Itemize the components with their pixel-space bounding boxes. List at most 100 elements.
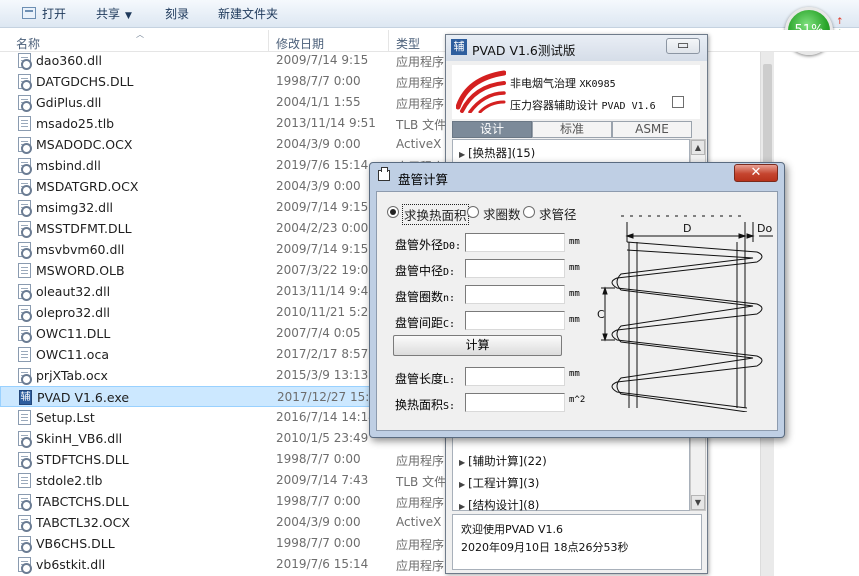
coil-spacing-input[interactable]: [465, 311, 565, 330]
heat-area-output[interactable]: [465, 393, 565, 412]
share-button[interactable]: 共享 ▼: [96, 5, 132, 23]
file-name: dao360.dll: [36, 53, 102, 68]
dll-file-icon: [18, 74, 32, 91]
burn-label: 刻录: [165, 7, 190, 21]
file-name: msbind.dll: [36, 158, 101, 173]
file-date: 2019/7/6 15:14: [276, 557, 369, 571]
file-type: 应用程序: [396, 559, 445, 573]
coil-turns-input[interactable]: [465, 285, 565, 304]
chevron-down-icon: ▼: [125, 11, 132, 21]
pvad-titlebar[interactable]: 辅 PVAD V1.6测试版 ▭: [446, 35, 707, 61]
diagram-label-c: C: [597, 308, 605, 321]
open-label: 打开: [42, 7, 67, 21]
dll-file-icon: [18, 305, 32, 322]
dialog-title: 盘管计算: [398, 172, 449, 187]
column-divider[interactable]: [268, 30, 269, 52]
tree-item-label: [工程计算](3): [468, 476, 540, 490]
dialog-body: 求换热面积 求圈数 求管径 盘管外径D0: mm 盘管中径D: mm 盘管圈数n…: [376, 191, 778, 431]
document-file-icon: [18, 263, 31, 278]
file-name: DATGDCHS.DLL: [36, 74, 134, 89]
tree-item-label: [辅助计算](22): [468, 454, 547, 468]
column-headers: 名称 ︿ 修改日期 类型: [0, 30, 859, 52]
column-name-header[interactable]: 名称: [16, 35, 40, 52]
dll-file-icon: [18, 284, 32, 301]
dialog-window-icon: [378, 167, 390, 181]
document-file-icon: [18, 347, 31, 362]
file-date: 2017/2/17 8:57: [276, 347, 369, 361]
document-file-icon: [18, 410, 31, 425]
file-type: TLB 文件: [396, 118, 447, 132]
field-label-cn: 盘管长度: [395, 372, 444, 386]
tab-design[interactable]: 设计: [452, 121, 532, 138]
file-date: 2017/12/27 15:2: [277, 390, 377, 404]
tree-item-auxiliary-calc[interactable]: ▶ [辅助计算](22): [459, 453, 547, 469]
tree-item-heat-exchanger[interactable]: ▶ [换热器](15): [459, 145, 535, 161]
file-date: 2004/1/1 1:55: [276, 95, 361, 109]
file-name: TABCTL32.OCX: [36, 515, 130, 530]
new-folder-button[interactable]: 新建文件夹: [218, 5, 278, 23]
file-name: SkinH_VB6.dll: [36, 431, 123, 446]
company-logo-icon: [456, 70, 506, 113]
field-label-cn: 盘管间距: [395, 316, 444, 330]
open-button[interactable]: 打开: [22, 5, 66, 23]
field-label-en: C:: [443, 319, 456, 330]
column-modified-header[interactable]: 修改日期: [276, 35, 324, 52]
brand-line-1-en: XK0985: [579, 79, 616, 90]
radio-button[interactable]: [387, 206, 399, 218]
sort-ascending-icon: ︿: [136, 30, 144, 39]
pin-checkbox[interactable]: [672, 96, 684, 108]
file-date: 2009/7/14 9:15: [276, 200, 369, 214]
dll-file-icon: [18, 242, 32, 259]
coil-length-output[interactable]: [465, 367, 565, 386]
tree-item-label: [结构设计](8): [468, 498, 540, 512]
field-label-cn: 盘管外径: [395, 238, 444, 252]
file-date: 2004/3/9 0:00: [276, 515, 361, 529]
diagram-label-d: D: [683, 222, 691, 235]
file-date: 1998/7/7 0:00: [276, 494, 361, 508]
tree-item-engineering-calc[interactable]: ▶ [工程计算](3): [459, 475, 539, 491]
radio-button[interactable]: [467, 206, 479, 218]
minimize-button[interactable]: ▭: [666, 38, 700, 54]
file-name: TABCTCHS.DLL: [36, 494, 129, 509]
scroll-up-arrow-icon[interactable]: ▲: [691, 140, 705, 155]
dll-file-icon: [18, 536, 32, 553]
outer-diameter-input[interactable]: [465, 233, 565, 252]
scroll-down-arrow-icon[interactable]: ▼: [691, 495, 705, 510]
file-name: stdole2.tlb: [36, 473, 103, 488]
field-label-en: n:: [443, 293, 456, 304]
new-folder-label: 新建文件夹: [218, 7, 279, 21]
tab-standard[interactable]: 标准: [532, 121, 612, 138]
coil-turns-label: 盘管圈数n:: [395, 288, 455, 305]
radio-button[interactable]: [523, 206, 535, 218]
dll-file-icon: [18, 452, 32, 469]
field-label-en: S:: [443, 401, 456, 412]
file-date: 2004/2/23 0:00: [276, 221, 369, 235]
dialog-titlebar[interactable]: 盘管计算 ✕: [370, 163, 784, 189]
heat-area-label: 换热面积S:: [395, 396, 455, 413]
coil-calc-dialog: 盘管计算 ✕ 求换热面积 求圈数 求管径 盘管外径D0: mm 盘管中径D: m…: [369, 162, 785, 438]
tree-item-structure-design[interactable]: ▶ [结构设计](8): [459, 497, 539, 513]
file-type: ActiveX: [396, 137, 442, 151]
tree-item-label: [换热器](15): [468, 146, 536, 160]
file-name: olepro32.dll: [36, 305, 111, 320]
file-date: 1998/7/7 0:00: [276, 74, 361, 88]
mid-diameter-input[interactable]: [465, 259, 565, 278]
dialog-close-button[interactable]: ✕: [734, 164, 778, 182]
calculate-button[interactable]: 计算: [393, 335, 562, 356]
dll-file-icon: [18, 95, 32, 112]
file-type: ActiveX: [396, 515, 442, 529]
burn-button[interactable]: 刻录: [165, 5, 189, 23]
dll-file-icon: [18, 557, 32, 574]
file-date: 2007/3/22 19:05: [276, 263, 376, 277]
unit-label: mm: [569, 237, 580, 247]
dll-file-icon: [18, 179, 32, 196]
column-type-header[interactable]: 类型: [396, 35, 420, 52]
column-divider[interactable]: [388, 30, 389, 52]
file-name: oleaut32.dll: [36, 284, 111, 299]
radio-label: 求圈数: [483, 207, 521, 222]
dll-file-icon: [18, 200, 32, 217]
radio-label: 求换热面积: [402, 204, 469, 225]
application-icon: [19, 390, 32, 405]
tab-asme[interactable]: ASME: [612, 121, 692, 138]
file-type: TLB 文件: [396, 475, 447, 489]
